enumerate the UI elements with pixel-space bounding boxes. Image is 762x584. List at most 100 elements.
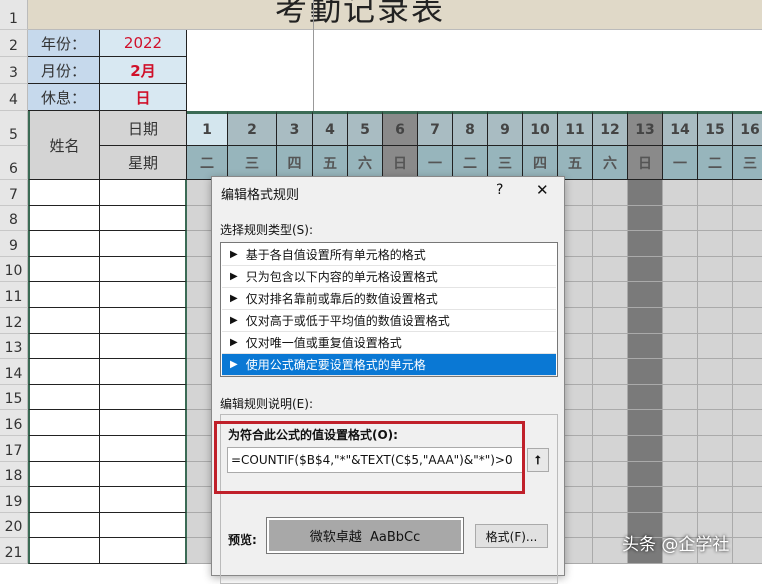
attendance-cell[interactable] <box>663 410 698 436</box>
help-button[interactable]: ? <box>496 182 503 198</box>
name-cell[interactable] <box>28 205 100 232</box>
attendance-cell[interactable] <box>733 359 762 385</box>
row-header[interactable]: 1 <box>0 0 28 30</box>
info-cell[interactable] <box>100 410 187 436</box>
attendance-cell[interactable] <box>593 231 628 257</box>
row-header[interactable]: 13 <box>0 333 28 360</box>
attendance-cell[interactable] <box>733 538 762 564</box>
attendance-cell[interactable] <box>733 180 762 206</box>
info-cell[interactable] <box>100 231 187 257</box>
info-cell[interactable] <box>100 205 187 232</box>
row-header[interactable]: 16 <box>0 410 28 436</box>
attendance-cell[interactable] <box>593 180 628 206</box>
name-cell[interactable] <box>28 538 100 564</box>
rule-type-item[interactable]: ▶ 仅对高于或低于平均值的数值设置格式 <box>222 310 556 332</box>
name-cell[interactable] <box>28 436 100 462</box>
day-cell[interactable]: 5 <box>348 111 383 146</box>
attendance-cell[interactable] <box>698 256 733 283</box>
attendance-cell[interactable] <box>698 308 733 334</box>
name-cell[interactable] <box>28 256 100 283</box>
weekday-cell[interactable]: 三 <box>228 146 277 180</box>
attendance-cell[interactable] <box>698 231 733 257</box>
info-cell[interactable] <box>100 487 187 513</box>
attendance-cell[interactable] <box>593 359 628 385</box>
attendance-cell[interactable] <box>593 333 628 360</box>
attendance-cell[interactable] <box>628 461 663 488</box>
name-cell[interactable] <box>28 333 100 360</box>
attendance-cell[interactable] <box>663 487 698 513</box>
day-cell[interactable]: 10 <box>523 111 558 146</box>
name-cell[interactable] <box>28 231 100 257</box>
row-header[interactable]: 3 <box>0 57 28 84</box>
name-cell[interactable] <box>28 359 100 385</box>
day-cell[interactable]: 1 <box>187 111 228 146</box>
info-cell[interactable] <box>100 512 187 539</box>
info-cell[interactable] <box>100 282 187 308</box>
day-cell[interactable]: 15 <box>698 111 733 146</box>
attendance-cell[interactable] <box>628 436 663 462</box>
attendance-cell[interactable] <box>698 180 733 206</box>
attendance-cell[interactable] <box>663 180 698 206</box>
attendance-cell[interactable] <box>663 231 698 257</box>
attendance-cell[interactable] <box>593 256 628 283</box>
row-header[interactable]: 8 <box>0 205 28 232</box>
attendance-cell[interactable] <box>628 256 663 283</box>
attendance-cell[interactable] <box>663 461 698 488</box>
info-cell[interactable] <box>100 308 187 334</box>
weekday-cell[interactable]: 六 <box>348 146 383 180</box>
attendance-cell[interactable] <box>698 384 733 411</box>
attendance-cell[interactable] <box>593 384 628 411</box>
attendance-cell[interactable] <box>663 282 698 308</box>
day-cell[interactable]: 9 <box>488 111 523 146</box>
name-cell[interactable] <box>28 384 100 411</box>
attendance-cell[interactable] <box>698 359 733 385</box>
attendance-cell[interactable] <box>733 512 762 539</box>
row-header[interactable]: 9 <box>0 231 28 257</box>
rule-type-item[interactable]: ▶ 仅对唯一值或重复值设置格式 <box>222 332 556 354</box>
attendance-cell[interactable] <box>593 282 628 308</box>
info-cell[interactable] <box>100 180 187 206</box>
attendance-cell[interactable] <box>733 461 762 488</box>
info-cell[interactable] <box>100 359 187 385</box>
attendance-cell[interactable] <box>663 333 698 360</box>
name-cell[interactable] <box>28 282 100 308</box>
info-cell[interactable] <box>100 538 187 564</box>
attendance-cell[interactable] <box>698 436 733 462</box>
close-icon[interactable]: ✕ <box>536 181 549 199</box>
info-cell[interactable] <box>100 436 187 462</box>
attendance-cell[interactable] <box>733 282 762 308</box>
name-cell[interactable] <box>28 512 100 539</box>
weekday-cell[interactable]: 二 <box>453 146 488 180</box>
rule-type-item[interactable]: ▶ 仅对排名靠前或靠后的数值设置格式 <box>222 288 556 310</box>
attendance-cell[interactable] <box>593 308 628 334</box>
info-cell[interactable] <box>100 256 187 283</box>
row-header[interactable]: 10 <box>0 256 28 283</box>
attendance-cell[interactable] <box>628 384 663 411</box>
attendance-cell[interactable] <box>593 487 628 513</box>
day-cell[interactable]: 14 <box>663 111 698 146</box>
attendance-cell[interactable] <box>733 308 762 334</box>
attendance-cell[interactable] <box>628 333 663 360</box>
attendance-cell[interactable] <box>663 205 698 232</box>
info-cell[interactable] <box>100 384 187 411</box>
attendance-cell[interactable] <box>733 410 762 436</box>
day-cell[interactable]: 2 <box>228 111 277 146</box>
day-cell[interactable]: 16 <box>733 111 762 146</box>
rule-type-item[interactable]: ▶ 基于各自值设置所有单元格的格式 <box>222 244 556 266</box>
attendance-cell[interactable] <box>698 282 733 308</box>
attendance-cell[interactable] <box>733 487 762 513</box>
weekday-cell[interactable]: 一 <box>663 146 698 180</box>
rule-type-item[interactable]: ▶ 只为包含以下内容的单元格设置格式 <box>222 266 556 288</box>
rule-type-item[interactable]: ▶ 使用公式确定要设置格式的单元格 <box>222 354 556 376</box>
row-header[interactable]: 4 <box>0 84 28 111</box>
attendance-cell[interactable] <box>628 410 663 436</box>
weekday-cell[interactable]: 二 <box>698 146 733 180</box>
row-header[interactable]: 20 <box>0 512 28 539</box>
row-header[interactable]: 6 <box>0 146 28 180</box>
attendance-cell[interactable] <box>628 180 663 206</box>
attendance-cell[interactable] <box>698 333 733 360</box>
row-header[interactable]: 7 <box>0 180 28 206</box>
attendance-cell[interactable] <box>733 436 762 462</box>
name-cell[interactable] <box>28 487 100 513</box>
attendance-cell[interactable] <box>733 384 762 411</box>
